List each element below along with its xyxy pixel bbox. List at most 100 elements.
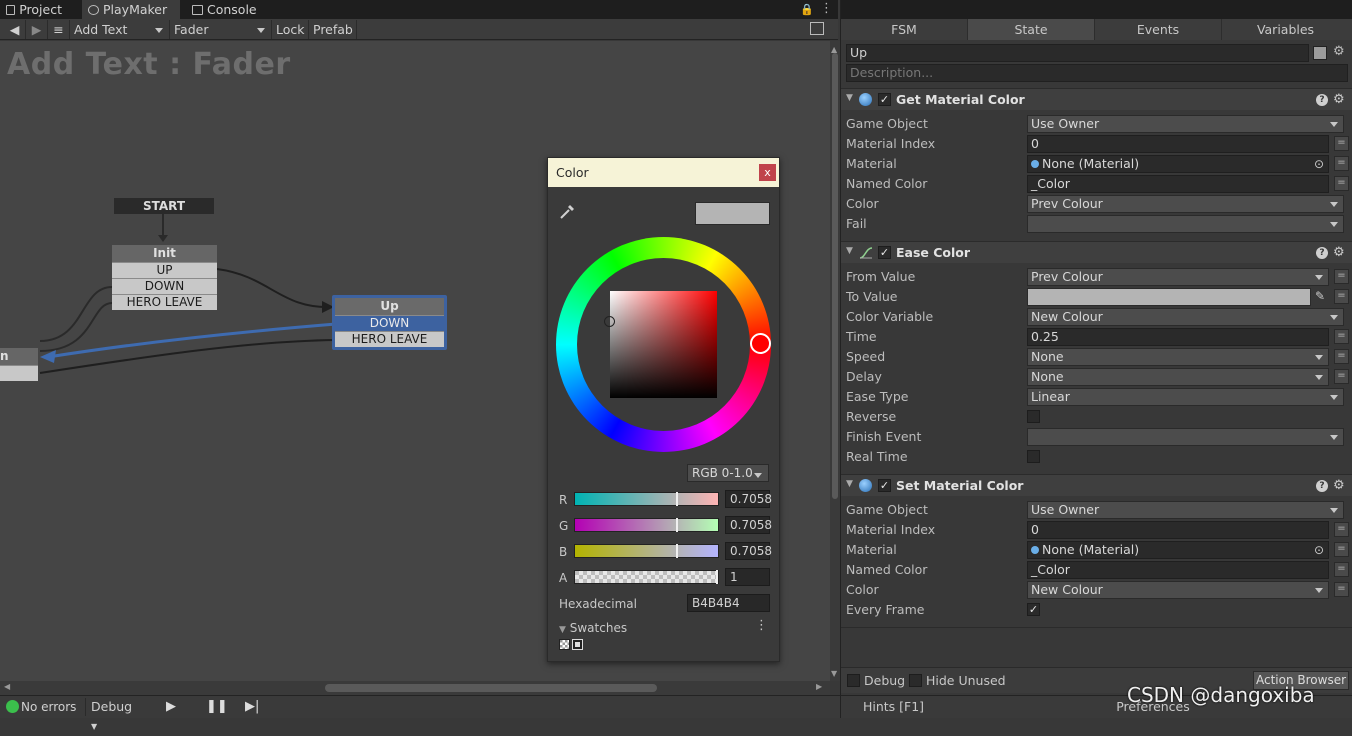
slider-thumb[interactable] — [716, 570, 718, 584]
pause-icon[interactable]: ❚❚ — [206, 699, 228, 714]
lock-icon[interactable]: 🔒 — [800, 3, 814, 16]
gear-icon[interactable]: ⚙ — [1333, 92, 1345, 107]
transition-event[interactable]: DOWN — [112, 278, 217, 294]
gameobject-dropdown[interactable]: Use Owner — [1027, 501, 1344, 519]
channel-slider-b[interactable] — [574, 544, 719, 558]
slider-thumb[interactable] — [676, 518, 678, 532]
swatches-menu-icon[interactable]: ⋮ — [755, 618, 768, 633]
gameobject-select[interactable]: Add Text — [70, 20, 170, 39]
fail-event-dropdown[interactable] — [1027, 215, 1344, 233]
time-input[interactable]: 0.25 — [1027, 328, 1329, 346]
tab-state[interactable]: State — [968, 19, 1095, 40]
named-color-input[interactable]: _Color — [1027, 561, 1329, 579]
scrollbar-thumb[interactable] — [325, 684, 657, 692]
sv-handle[interactable] — [604, 316, 615, 327]
saturation-value-square[interactable] — [604, 291, 717, 398]
variable-toggle-icon[interactable]: = — [1334, 522, 1349, 537]
variable-toggle-icon[interactable]: = — [1334, 349, 1349, 364]
graph-view-icon[interactable] — [810, 22, 824, 35]
state-node-up[interactable]: Up DOWN HERO LEAVE — [332, 295, 447, 350]
foldout-arrow-icon[interactable]: ▼ — [846, 479, 853, 489]
back-icon[interactable]: ◀ — [4, 20, 26, 39]
help-icon[interactable]: ? — [1316, 480, 1328, 492]
state-node-partial[interactable]: n — [0, 348, 38, 381]
hints-button[interactable]: Hints [F1] — [841, 696, 946, 718]
prefab-button[interactable]: Prefab — [309, 20, 357, 39]
error-status[interactable]: No errors — [21, 700, 76, 714]
action-enabled-checkbox[interactable]: ✓ — [878, 246, 891, 259]
foldout-arrow-icon[interactable]: ▼ — [846, 93, 853, 103]
tab-console[interactable]: Console — [186, 0, 266, 19]
delay-dropdown[interactable]: None — [1027, 368, 1329, 386]
channel-slider-g[interactable] — [574, 518, 719, 532]
channel-slider-r[interactable] — [574, 492, 719, 506]
foldout-arrow-icon[interactable]: ▼ — [846, 246, 853, 256]
gameobject-dropdown[interactable]: Use Owner — [1027, 115, 1344, 133]
color-mode-select[interactable]: RGB 0-1.0 — [687, 464, 769, 482]
variable-toggle-icon[interactable]: = — [1334, 329, 1349, 344]
object-picker-icon[interactable]: ⊙ — [1314, 542, 1324, 558]
tab-playmaker[interactable]: PlayMaker — [82, 0, 180, 19]
variable-toggle-icon[interactable]: = — [1334, 289, 1349, 304]
more-menu-icon[interactable]: ⋮ — [820, 1, 833, 16]
object-picker-icon[interactable]: ⊙ — [1314, 156, 1324, 172]
gear-icon[interactable]: ⚙ — [1333, 245, 1345, 260]
state-color-swatch[interactable] — [1313, 46, 1327, 60]
transition-event[interactable] — [0, 365, 38, 381]
variable-toggle-icon[interactable]: = — [1334, 136, 1349, 151]
real-time-checkbox[interactable] — [1027, 450, 1040, 463]
variable-toggle-icon[interactable]: = — [1334, 176, 1349, 191]
channel-input-b[interactable]: 0.7058 — [725, 542, 772, 560]
named-color-input[interactable]: _Color — [1027, 175, 1329, 193]
debug-dropdown[interactable]: Debug ▼ — [85, 698, 142, 731]
fsm-select[interactable]: Fader — [170, 20, 272, 39]
from-value-dropdown[interactable]: Prev Colour — [1027, 268, 1329, 286]
variable-toggle-icon[interactable]: = — [1334, 542, 1349, 557]
tab-events[interactable]: Events — [1095, 19, 1222, 40]
variable-toggle-icon[interactable]: = — [1334, 156, 1349, 171]
state-name-input[interactable]: Up — [846, 44, 1309, 62]
transition-event[interactable]: HERO LEAVE — [335, 331, 444, 347]
close-button[interactable]: x — [759, 164, 776, 181]
transition-event[interactable]: HERO LEAVE — [112, 294, 217, 310]
eyedropper-icon[interactable]: ✎ — [1315, 289, 1325, 303]
scroll-down-icon[interactable]: ▼ — [831, 669, 837, 678]
state-node-init[interactable]: Init UP DOWN HERO LEAVE — [112, 245, 217, 310]
ease-type-dropdown[interactable]: Linear — [1027, 388, 1344, 406]
variable-toggle-icon[interactable]: = — [1334, 582, 1349, 597]
tab-project[interactable]: Project — [0, 0, 70, 19]
to-value-color-field[interactable] — [1027, 288, 1311, 306]
color-variable-dropdown[interactable]: New Colour — [1027, 308, 1344, 326]
swatches-foldout[interactable]: ▼ Swatches — [559, 621, 627, 635]
slider-thumb[interactable] — [676, 492, 678, 506]
tab-fsm[interactable]: FSM — [841, 19, 968, 40]
scroll-right-icon[interactable]: ▶ — [816, 682, 822, 691]
help-icon[interactable]: ? — [1316, 94, 1328, 106]
speed-dropdown[interactable]: None — [1027, 348, 1329, 366]
channel-slider-a[interactable] — [574, 570, 719, 584]
action-enabled-checkbox[interactable]: ✓ — [878, 479, 891, 492]
transition-event[interactable]: DOWN — [335, 315, 444, 331]
forward-icon[interactable]: ▶ — [26, 20, 48, 39]
action-header-get-material-color[interactable]: ▼ ✓ Get Material Color ? ⚙ — [841, 88, 1352, 110]
color-variable-dropdown[interactable]: Prev Colour — [1027, 195, 1344, 213]
every-frame-checkbox[interactable]: ✓ — [1027, 603, 1040, 616]
gear-icon[interactable]: ⚙ — [1333, 44, 1345, 59]
material-index-input[interactable]: 0 — [1027, 135, 1329, 153]
action-header-set-material-color[interactable]: ▼ ✓ Set Material Color ? ⚙ — [841, 474, 1352, 496]
channel-input-g[interactable]: 0.7058 — [725, 516, 772, 534]
variable-toggle-icon[interactable]: = — [1334, 269, 1349, 284]
variable-toggle-icon[interactable]: = — [1334, 369, 1349, 384]
step-icon[interactable]: ▶| — [245, 699, 259, 714]
material-object-field[interactable]: None (Material) ⊙ — [1027, 155, 1329, 173]
variable-toggle-icon[interactable]: = — [1334, 562, 1349, 577]
transition-event[interactable]: UP — [112, 262, 217, 278]
gear-icon[interactable]: ⚙ — [1333, 478, 1345, 493]
menu-icon[interactable]: ≡ — [48, 20, 70, 39]
scrollbar-thumb[interactable] — [832, 53, 838, 499]
eyedropper-icon[interactable] — [558, 203, 576, 221]
channel-input-r[interactable]: 0.7058 — [725, 490, 772, 508]
action-enabled-checkbox[interactable]: ✓ — [878, 93, 891, 106]
finish-event-dropdown[interactable] — [1027, 428, 1344, 446]
hue-handle[interactable] — [750, 333, 771, 354]
